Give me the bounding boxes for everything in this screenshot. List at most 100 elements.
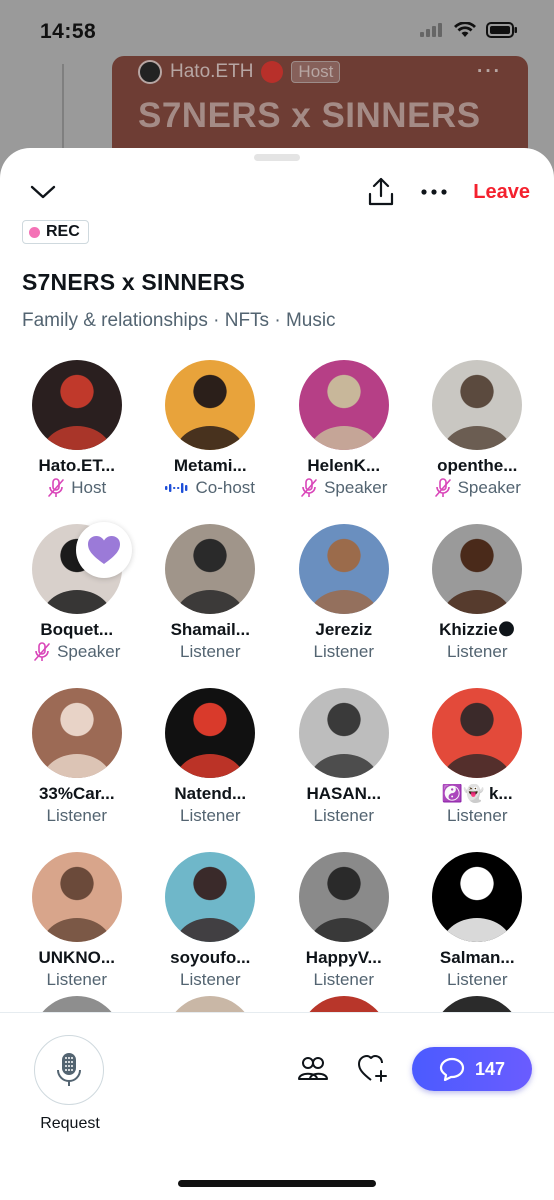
mic-muted-icon: [33, 642, 51, 662]
participant-name: HelenK...: [307, 456, 381, 475]
status-icons: [420, 20, 518, 43]
more-options-button[interactable]: [421, 189, 447, 195]
participant-role: Listener: [47, 806, 107, 826]
participant[interactable]: HASAN... Listener: [277, 688, 411, 826]
avatar[interactable]: [165, 524, 256, 614]
participant-role-label: Listener: [46, 970, 107, 989]
participant-name: Natend...: [174, 784, 247, 803]
avatar[interactable]: [31, 852, 122, 942]
participant-role-label: Listener: [313, 806, 374, 825]
heart-plus-icon: [358, 1055, 387, 1082]
participant-role-label: Listener: [447, 806, 508, 825]
participant-role-label: Listener: [447, 642, 508, 661]
people-icon: [298, 1057, 328, 1080]
home-indicator: [178, 1180, 376, 1187]
participant[interactable]: Hato.ET... Host: [10, 360, 144, 498]
participant-name: Jereziz: [315, 620, 373, 639]
avatar[interactable]: [298, 852, 389, 942]
status-bar: 14:58: [0, 0, 554, 64]
participant-name: 33%Car...: [38, 784, 115, 803]
participant-name: Salman...: [439, 948, 515, 967]
participant[interactable]: Natend... Listener: [144, 688, 278, 826]
avatar[interactable]: [298, 688, 389, 778]
participant-role-label: Listener: [313, 642, 374, 661]
participant-role: Listener: [180, 806, 240, 826]
participant[interactable]: Jereziz Listener: [277, 524, 411, 662]
participant-role: Listener: [180, 970, 240, 990]
participant-name: openthe...: [437, 456, 518, 475]
comments-button[interactable]: 147: [412, 1047, 532, 1091]
participant[interactable]: Shamail... Listener: [144, 524, 278, 662]
battery-icon: [486, 21, 518, 43]
sheet-grabber[interactable]: [254, 154, 300, 161]
participant-name: Shamail...: [170, 620, 250, 639]
participant-role-label: Listener: [46, 806, 107, 825]
more-icon: ···: [477, 61, 502, 82]
participant[interactable]: Khizzie🌑 Listener: [411, 524, 545, 662]
participant-role-label: Listener: [180, 970, 241, 989]
participant-role: Speaker: [434, 478, 521, 498]
host-badge: Host: [291, 61, 341, 83]
participant[interactable]: Salman... Listener: [411, 852, 545, 990]
avatar[interactable]: [298, 360, 389, 450]
share-icon: [369, 177, 394, 206]
avatar[interactable]: [165, 688, 256, 778]
avatar[interactable]: [165, 360, 256, 450]
participant-name: UNKNO...: [38, 948, 116, 967]
collapse-button[interactable]: [30, 184, 56, 200]
participant-role-label: Speaker: [57, 642, 121, 661]
avatar[interactable]: [298, 524, 389, 614]
comment-count: 147: [474, 1058, 506, 1079]
participant-role: Listener: [314, 970, 374, 990]
avatar[interactable]: [432, 524, 523, 614]
participant-role: Co-host: [165, 478, 255, 498]
avatar[interactable]: [31, 360, 122, 450]
rec-label: REC: [46, 223, 80, 240]
participant-role: Speaker: [33, 642, 120, 662]
participant[interactable]: UNKNO... Listener: [10, 852, 144, 990]
participant[interactable]: openthe... Speaker: [411, 360, 545, 498]
purple-heart-icon: [76, 522, 132, 578]
participant[interactable]: Metami... Co-host: [144, 360, 278, 498]
avatar[interactable]: [432, 852, 523, 942]
participant-name: Boquet...: [40, 620, 114, 639]
participants-button[interactable]: [298, 1055, 328, 1086]
chevron-down-icon: [30, 185, 56, 199]
avatar[interactable]: [432, 360, 523, 450]
bottom-bar: Request 147: [0, 1012, 554, 1200]
space-sheet: Leave REC S7NERS x SINNERS Family & rela…: [0, 148, 554, 1200]
participant-role-label: Speaker: [324, 478, 388, 497]
participant[interactable]: HelenK... Speaker: [277, 360, 411, 498]
participant-role-label: Listener: [447, 970, 508, 989]
audio-wave-icon: [165, 482, 189, 494]
participant-role: Listener: [447, 642, 507, 662]
participant-role-label: Co-host: [195, 478, 256, 497]
live-dot-icon: [261, 61, 284, 83]
participant[interactable]: HappyV... Listener: [277, 852, 411, 990]
request-label: Request: [40, 1115, 100, 1132]
participant-name: HappyV...: [305, 948, 382, 967]
status-time: 14:58: [40, 20, 97, 43]
participant[interactable]: soyoufo... Listener: [144, 852, 278, 990]
more-icon: [421, 189, 447, 195]
participant[interactable]: 33%Car... Listener: [10, 688, 144, 826]
participant-role-label: Speaker: [457, 478, 521, 497]
signal-icon: [420, 22, 444, 42]
leave-button[interactable]: Leave: [473, 181, 530, 204]
microphone-icon: [57, 1053, 81, 1086]
comment-icon: [439, 1057, 465, 1081]
avatar[interactable]: [432, 688, 523, 778]
background-divider: [62, 64, 64, 154]
request-to-speak-button[interactable]: [34, 1035, 104, 1105]
participant-name: Metami...: [173, 456, 247, 475]
share-button[interactable]: [367, 177, 395, 207]
participant-role-label: Listener: [180, 806, 241, 825]
background-space-title: S7NERS x SINNERS: [138, 96, 481, 135]
participant-name: soyoufo...: [170, 948, 251, 967]
participant[interactable]: Boquet... Speaker: [10, 522, 144, 662]
participant[interactable]: ☯️👻 k... Listener: [411, 688, 545, 826]
sheet-header: Leave: [0, 170, 554, 214]
avatar[interactable]: [165, 852, 256, 942]
react-button[interactable]: [358, 1055, 388, 1088]
avatar[interactable]: [31, 688, 122, 778]
